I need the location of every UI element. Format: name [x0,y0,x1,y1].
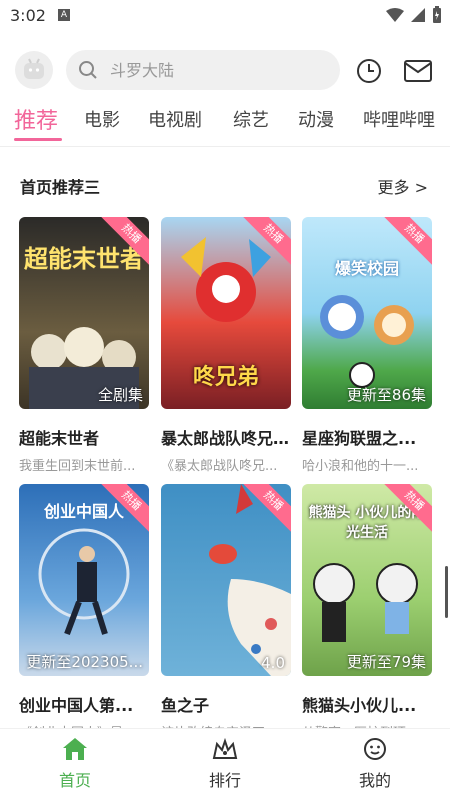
card-title: 熊猫头小伙儿... [302,696,417,715]
video-card[interactable]: 咚兄弟 热播 暴太郎战队咚兄... 《暴太郎战队咚兄... [161,217,291,474]
video-card[interactable]: 热播 4.0 鱼之子 该片改编自宫泽正... [161,484,291,741]
battery-icon [433,6,441,23]
status-time: 3:02 [10,6,46,25]
scrollbar[interactable] [445,566,448,618]
category-tabs: 推荐 电影 电视剧 综艺 动漫 哔哩哔哩 [0,100,450,146]
poster-title-text: 咚兄弟 [192,365,259,390]
tab-anime[interactable]: 动漫 [298,106,334,132]
nav-mine[interactable]: 我的 [335,737,415,791]
history-button[interactable] [355,57,383,85]
card-title: 星座狗联盟之... [302,429,417,448]
tab-indicator [14,138,62,141]
episode-note: 更新至202305... [26,653,143,671]
poster: 热播 4.0 [161,484,291,676]
tab-variety[interactable]: 综艺 [233,106,269,132]
card-desc: 哈小浪和他的十一... [302,459,419,474]
video-card[interactable]: 创业中国人 热播 更新至202305... 创业中国人第... 《创业中国人》是… [19,484,149,741]
nav-ranking-label: 排行 [208,771,241,790]
episode-note: 更新至79集 [346,653,426,671]
episode-note: 更新至86集 [346,386,426,404]
poster: 超能末世者 热播 全剧集 [19,217,149,409]
divider [0,146,450,147]
top-bar [0,44,450,96]
robot-avatar-icon [24,58,44,79]
episode-note: 全剧集 [97,386,143,404]
status-icons [386,6,442,24]
section-title: 首页推荐三 [20,178,101,197]
card-desc: 我重生回到末世前... [19,459,136,474]
card-title: 鱼之子 [161,696,210,715]
mail-icon [404,60,432,82]
poster: 咚兄弟 热播 [161,217,291,409]
clock-icon [357,59,381,83]
card-title: 暴太郎战队咚兄... [161,429,291,448]
section-header: 首页推荐三 更多 > [0,170,450,200]
tab-bilibili[interactable]: 哔哩哔哩 [363,106,435,132]
video-card[interactable]: 爆笑校园 热播 更新至86集 星座狗联盟之... 哈小浪和他的十一... [302,217,432,474]
poster-title-text: 爆笑校园 [334,259,399,278]
nav-ranking[interactable]: 排行 [185,737,265,791]
poster: 爆笑校园 热播 更新至86集 [302,217,432,409]
tab-tv[interactable]: 电视剧 [148,106,202,132]
status-bar: 3:02 A [0,0,450,30]
search-box[interactable] [66,50,340,90]
search-input[interactable] [108,59,312,81]
tab-movie[interactable]: 电影 [84,106,120,132]
signal-icon [411,8,425,22]
crown-icon [212,737,238,759]
card-desc: 《暴太郎战队咚兄... [161,459,278,474]
smiley-icon [364,738,386,760]
bottom-nav: 首页 排行 我的 [0,728,450,801]
message-button[interactable] [403,57,433,85]
nav-home-label: 首页 [58,771,91,790]
more-button[interactable]: 更多 > [378,174,429,198]
rating-note: 4.0 [261,654,285,672]
video-card[interactable]: 熊猫头 小伙儿的阳光生活 热播 更新至79集 熊猫头小伙儿... 从警察、医护到… [302,484,432,741]
notification-icon: A [58,9,70,21]
nav-mine-label: 我的 [358,771,391,790]
nav-home[interactable]: 首页 [35,737,115,791]
card-title: 超能末世者 [19,429,100,448]
avatar[interactable] [15,51,53,89]
home-icon [63,738,87,760]
search-icon [78,60,98,80]
poster: 创业中国人 热播 更新至202305... [19,484,149,676]
poster: 熊猫头 小伙儿的阳光生活 热播 更新至79集 [302,484,432,676]
tab-recommend[interactable]: 推荐 [14,103,58,135]
wifi-icon [386,8,404,22]
card-title: 创业中国人第... [19,696,134,715]
video-card[interactable]: 超能末世者 热播 全剧集 超能末世者 我重生回到末世前... [19,217,149,474]
